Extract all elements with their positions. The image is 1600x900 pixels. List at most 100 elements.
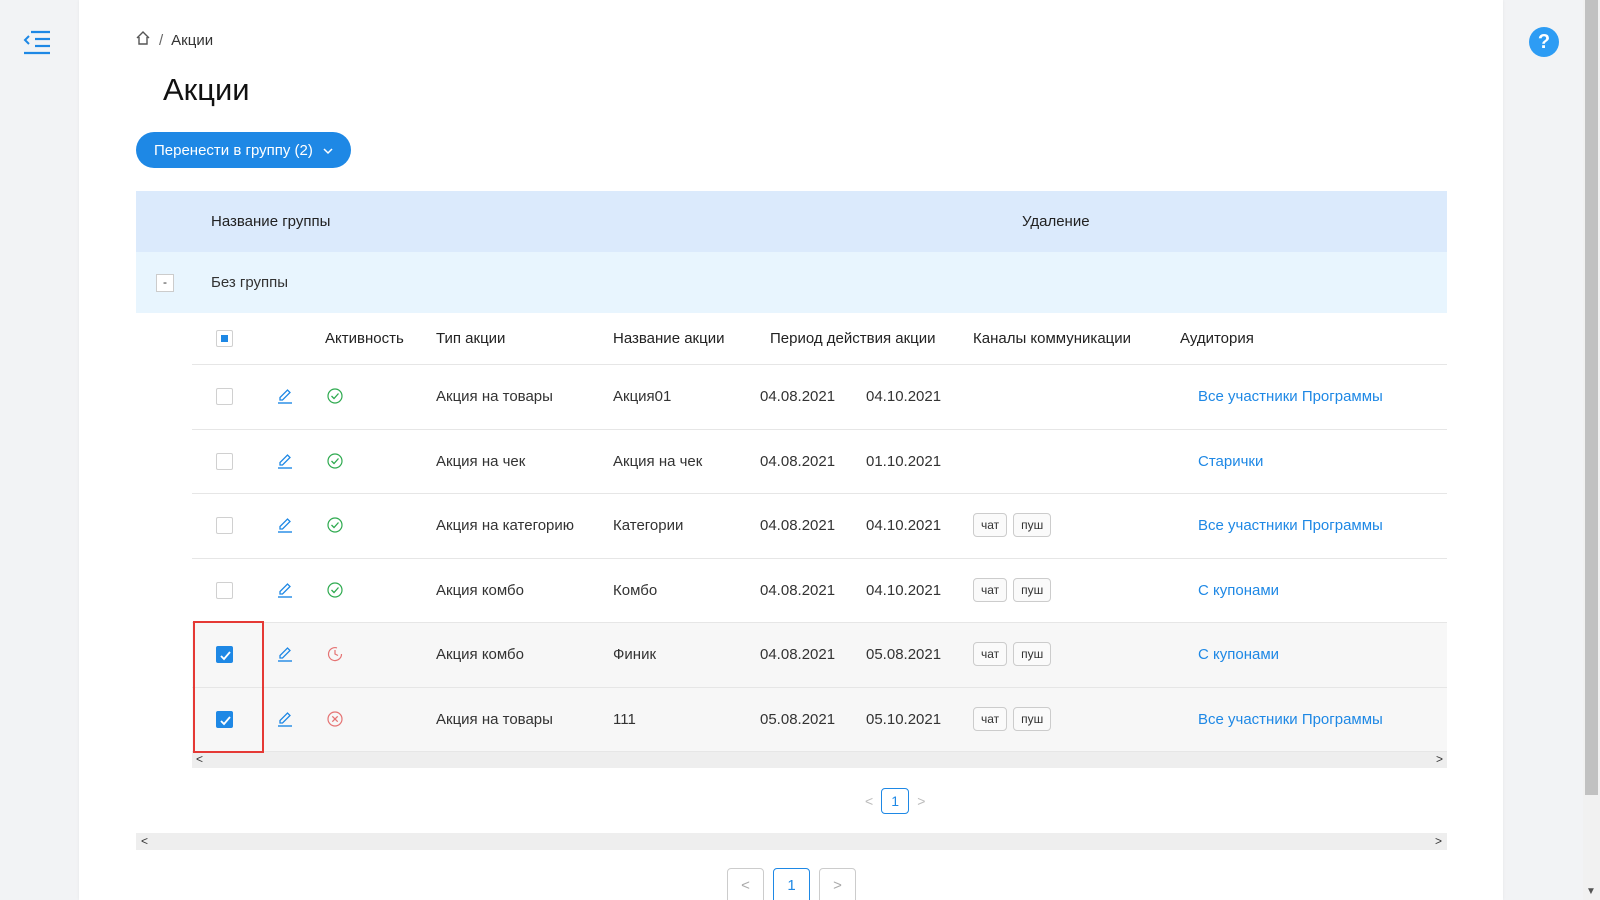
inner-pagination: < 1 > (865, 788, 925, 814)
inner-page-number[interactable]: 1 (881, 788, 910, 814)
period-end: 05.08.2021 (866, 646, 942, 663)
channel-tag: чат (973, 642, 1008, 666)
period-end: 01.10.2021 (866, 452, 942, 470)
table-row: Акция комбо Комбо 04.08.2021 04.10.2021 чат п… (192, 559, 1447, 623)
pencil-icon[interactable] (276, 645, 294, 667)
breadcrumb-separator: / (159, 31, 164, 49)
channels-cell: чат пуш (973, 513, 1057, 537)
menu-collapse-icon[interactable] (22, 28, 52, 56)
promo-name: Акция на чек (613, 452, 703, 470)
selection-highlight (193, 621, 264, 753)
outer-page-number[interactable]: 1 (773, 868, 810, 900)
type-header: Тип акции (436, 330, 506, 347)
main-panel: / Акции Акции Перенести в группу (2) Наз… (79, 0, 1503, 900)
breadcrumb-current: Акции (171, 31, 214, 49)
breadcrumb: / Акции (135, 30, 213, 50)
row-checkbox[interactable] (216, 452, 233, 470)
audience-link[interactable]: Все участники Программы (1198, 711, 1383, 728)
promo-type: Акция на товары (436, 388, 553, 405)
inner-prev-page[interactable]: < (865, 793, 873, 809)
promo-type: Акция на категорию (436, 517, 575, 534)
table-row: Акция на чек Акция на чек 04.08.2021 01.10.… (192, 430, 1447, 494)
page-title: Акции (163, 72, 250, 107)
home-icon[interactable] (135, 30, 151, 50)
period-start: 04.08.2021 (760, 517, 836, 534)
promo-table-header: Активность Тип акции Название акции Пери… (192, 313, 1447, 365)
check-circle-icon (327, 452, 343, 473)
period-end: 04.10.2021 (866, 517, 942, 534)
channel-tag: пуш (1013, 706, 1052, 731)
pencil-icon[interactable] (276, 452, 294, 474)
inner-horizontal-scrollbar[interactable]: < > (192, 752, 1447, 768)
inner-next-page[interactable]: > (917, 793, 925, 809)
audience-header: Аудитория (1180, 330, 1254, 347)
activity-header: Активность (325, 330, 404, 347)
help-button[interactable]: ? (1529, 27, 1559, 57)
promo-table-body: Акция на товары Акция01 04.08.2021 04.10.20… (192, 365, 1447, 752)
period-start: 05.08.2021 (760, 710, 836, 728)
table-row: Акция на товары Акция01 04.08.2021 04.10.20… (192, 365, 1447, 430)
audience-link[interactable]: С купонами (1198, 582, 1279, 599)
window-vertical-scrollbar[interactable]: ▼ (1583, 0, 1600, 900)
name-header: Название акции (613, 330, 725, 347)
x-circle-icon (327, 710, 343, 731)
promo-name: Категории (613, 517, 684, 534)
move-to-group-label: Перенести в группу (2) (154, 141, 313, 159)
table-row: Акция на категорию Категории 04.08.2021 04.… (192, 494, 1447, 559)
row-checkbox[interactable] (216, 517, 233, 534)
channels-cell: чат пуш (973, 642, 1057, 666)
scroll-left-arrow[interactable]: < (196, 752, 203, 766)
check-circle-icon (327, 388, 343, 408)
promo-type: Акция на чек (436, 452, 526, 470)
period-start: 04.08.2021 (760, 452, 836, 470)
table-row: Акция комбо Финик 04.08.2021 05.08.2021 чат п… (192, 623, 1447, 688)
pencil-icon[interactable] (276, 516, 294, 538)
channels-cell: чат пуш (973, 577, 1057, 602)
chevron-down-icon (323, 142, 333, 159)
period-end: 04.10.2021 (866, 388, 942, 405)
outer-scroll-right-arrow[interactable]: > (1435, 834, 1442, 848)
outer-next-page[interactable]: > (819, 868, 856, 900)
outer-scroll-left-arrow[interactable]: < (141, 834, 148, 848)
audience-link[interactable]: Старички (1198, 453, 1263, 470)
period-end: 05.10.2021 (866, 710, 942, 728)
collapse-group-button[interactable]: - (156, 274, 174, 292)
channel-tag: чат (973, 577, 1008, 602)
period-start: 04.08.2021 (760, 646, 836, 663)
pencil-icon[interactable] (276, 387, 294, 409)
pencil-icon[interactable] (276, 710, 294, 732)
outer-prev-page[interactable]: < (727, 868, 764, 900)
period-start: 04.08.2021 (760, 388, 836, 405)
period-start: 04.08.2021 (760, 581, 836, 599)
channel-tag: пуш (1013, 577, 1052, 602)
check-circle-icon (327, 581, 343, 602)
promo-type: Акция комбо (436, 646, 524, 663)
row-checkbox[interactable] (216, 581, 233, 599)
scroll-down-arrow[interactable]: ▼ (1586, 886, 1596, 897)
outer-horizontal-scrollbar[interactable]: < > (136, 833, 1447, 850)
channel-tag: пуш (1013, 642, 1052, 666)
group-row: - Без группы (136, 252, 1447, 313)
move-to-group-button[interactable]: Перенести в группу (2) (136, 132, 351, 168)
channel-tag: чат (973, 706, 1008, 731)
period-header: Период действия акции (770, 330, 936, 347)
promo-type: Акция на товары (436, 710, 553, 728)
promo-table: Активность Тип акции Название акции Пери… (192, 313, 1447, 768)
group-name-header: Название группы (211, 213, 331, 230)
row-checkbox[interactable] (216, 388, 233, 405)
audience-link[interactable]: Все участники Программы (1198, 517, 1383, 534)
scrollbar-thumb[interactable] (1585, 0, 1598, 795)
clock-icon (327, 646, 343, 666)
promo-name: 111 (613, 710, 636, 728)
pencil-icon[interactable] (276, 581, 294, 603)
promo-name: Финик (613, 646, 657, 663)
promo-name: Акция01 (613, 388, 672, 405)
group-table-header: Название группы Удаление (136, 191, 1447, 252)
channel-tag: чат (973, 513, 1008, 537)
scroll-right-arrow[interactable]: > (1436, 752, 1443, 766)
promo-type: Акция комбо (436, 581, 524, 599)
audience-link[interactable]: С купонами (1198, 646, 1279, 663)
period-end: 04.10.2021 (866, 581, 942, 599)
audience-link[interactable]: Все участники Программы (1198, 388, 1383, 405)
select-all-checkbox[interactable] (216, 330, 233, 347)
